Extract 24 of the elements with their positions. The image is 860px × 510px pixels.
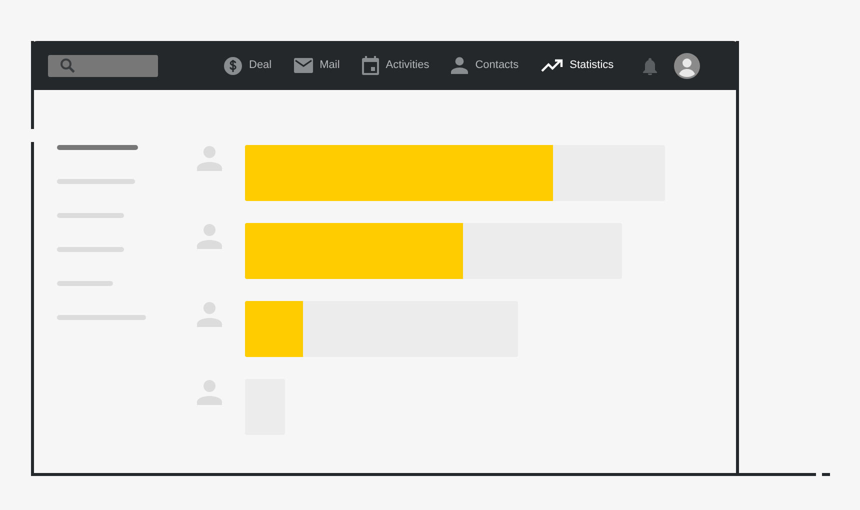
mail-icon [294, 58, 313, 73]
person-icon [197, 380, 222, 405]
sidebar-item[interactable] [57, 145, 138, 150]
dollar-icon [224, 56, 242, 74]
person-icon [197, 302, 222, 327]
nav-tab[interactable]: Activities [362, 56, 430, 75]
calendar-icon [362, 56, 379, 75]
sidebar-item[interactable] [57, 315, 146, 320]
nav-tab[interactable]: Mail [294, 57, 340, 74]
person-icon [197, 146, 222, 171]
search-field[interactable] [48, 54, 158, 76]
nav-tab[interactable]: Deal [224, 56, 272, 74]
person-icon [197, 224, 222, 249]
bell-icon[interactable] [642, 56, 658, 74]
sidebar-item[interactable] [57, 281, 113, 286]
nav-tab[interactable]: Contacts [451, 57, 519, 74]
nav-tab[interactable]: Statistics [540, 57, 614, 74]
sidebar-item[interactable] [57, 179, 135, 184]
person-icon [451, 57, 468, 74]
sidebar-item[interactable] [57, 247, 124, 252]
trend-icon [540, 58, 563, 72]
search-icon [60, 58, 75, 73]
sidebar-item[interactable] [57, 213, 124, 218]
avatar-icon[interactable] [674, 52, 700, 78]
